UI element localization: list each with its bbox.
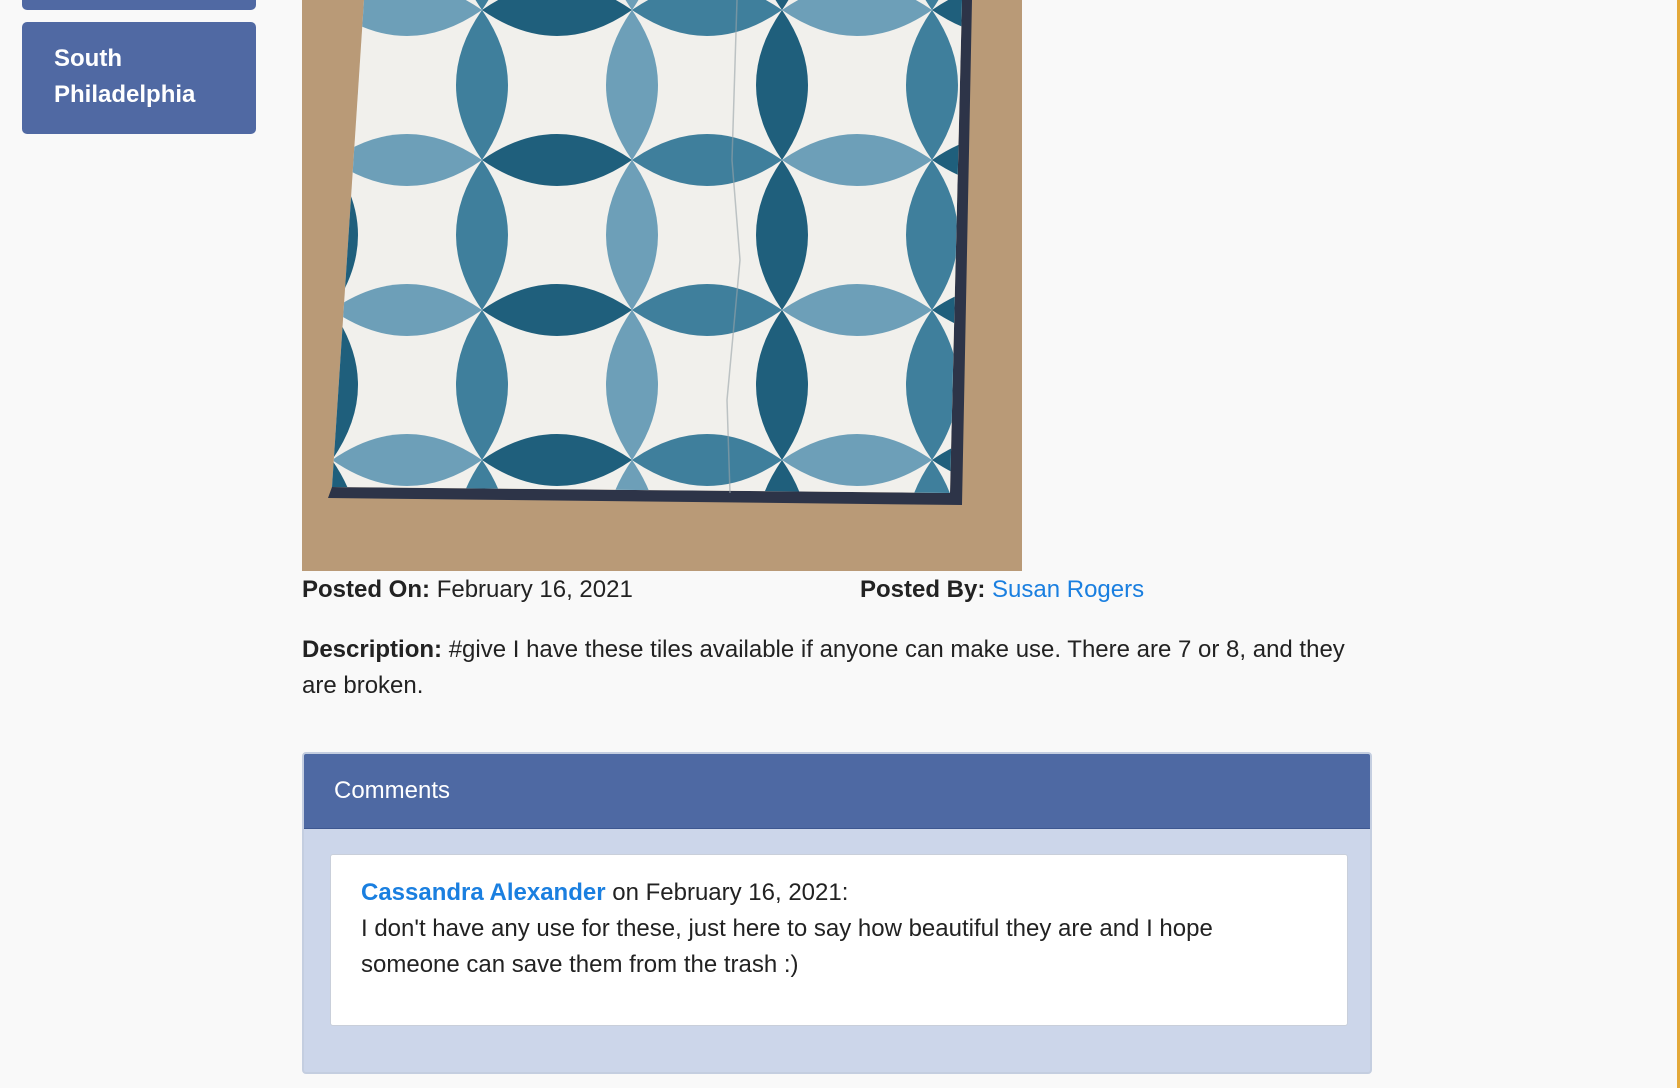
posted-by-label: Posted By: <box>860 576 986 603</box>
comments-header: Comments <box>304 754 1370 829</box>
comment-author-link[interactable]: Cassandra Alexander <box>361 879 606 906</box>
comments-panel: Comments Cassandra Alexander on February… <box>302 752 1372 1074</box>
sidebar-item-south-philadelphia[interactable]: South Philadelphia <box>22 22 256 134</box>
posted-by: Posted By: Susan Rogers <box>860 575 1144 605</box>
description-label: Description: <box>302 636 443 663</box>
post-description: Description: #give I have these tiles av… <box>302 632 1362 704</box>
post-photo <box>302 0 1022 571</box>
posted-on: Posted On: February 16, 2021 <box>302 575 633 605</box>
page: South Philadelphia Posted On: February 1… <box>0 0 1680 1088</box>
description-text: #give I have these tiles available if an… <box>302 636 1345 699</box>
comment-text: I don't have any use for these, just her… <box>361 915 1213 978</box>
posted-on-date: February 16, 2021 <box>436 576 633 603</box>
comment-card: Cassandra Alexander on February 16, 2021… <box>330 854 1348 1026</box>
comment-date: on February 16, 2021: <box>612 879 849 906</box>
sidebar-item-label: South Philadelphia <box>54 45 196 108</box>
sidebar-item-previous[interactable] <box>22 0 256 10</box>
posted-on-label: Posted On: <box>302 576 431 603</box>
posted-by-user-link[interactable]: Susan Rogers <box>992 576 1144 603</box>
